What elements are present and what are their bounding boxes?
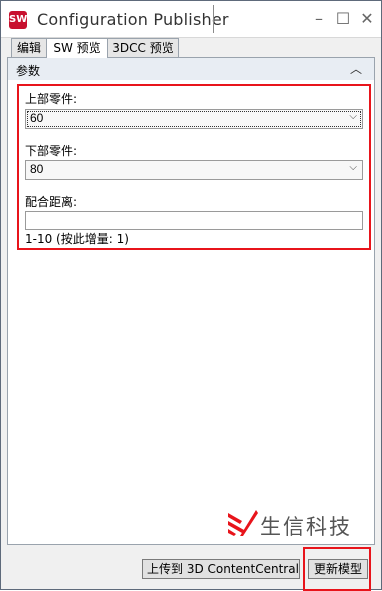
configuration-publisher-window: SW Configuration Publisher – ☐ ✕ 编辑 SW 预… — [0, 0, 382, 591]
upper-part-select[interactable]: 60 ⌵ — [25, 109, 363, 129]
tab-3dcc-preview[interactable]: 3DCC 预览 — [107, 38, 179, 57]
mate-distance-hint: 1-10 (按此增量: 1) — [25, 232, 129, 246]
upload-to-3dcc-button[interactable]: 上传到 3D ContentCentral — [142, 559, 300, 579]
close-icon[interactable]: ✕ — [357, 9, 377, 29]
lower-part-value: 80 — [30, 162, 44, 176]
update-model-button[interactable]: 更新模型 — [308, 559, 368, 579]
footer-bar: 上传到 3D ContentCentral 更新模型 — [1, 547, 381, 591]
chevron-down-icon: ⌵ — [349, 111, 357, 122]
tab-edit[interactable]: 编辑 — [11, 38, 47, 57]
solidworks-app-icon: SW — [9, 11, 27, 29]
upper-part-label: 上部零件: — [25, 92, 78, 106]
window-title: Configuration Publisher — [37, 10, 229, 29]
preview-panel: 参数 ︿ 上部零件: 60 ⌵ 下部零件: 80 ⌵ 配合距离: 1-10 (按… — [7, 57, 375, 545]
tab-sw-preview[interactable]: SW 预览 — [46, 38, 108, 58]
parameters-group-header[interactable]: 参数 ︿ — [8, 58, 374, 80]
company-watermark: 生信科技 — [226, 509, 350, 539]
chevron-down-icon: ⌵ — [349, 162, 357, 173]
company-logo-icon — [228, 510, 258, 536]
title-bar: SW Configuration Publisher – ☐ ✕ — [1, 1, 381, 38]
parameters-highlight-box: 上部零件: 60 ⌵ 下部零件: 80 ⌵ 配合距离: 1-10 (按此增量: … — [17, 84, 371, 250]
minimize-icon[interactable]: – — [309, 9, 329, 29]
mate-distance-label: 配合距离: — [25, 195, 78, 209]
chevron-up-icon[interactable]: ︿ — [350, 60, 362, 77]
maximize-icon[interactable]: ☐ — [333, 9, 353, 29]
parameters-group-title: 参数 — [16, 64, 41, 78]
lower-part-select[interactable]: 80 ⌵ — [25, 160, 363, 180]
lower-part-label: 下部零件: — [25, 144, 78, 158]
mate-distance-input[interactable] — [25, 211, 363, 230]
upper-part-value: 60 — [30, 111, 44, 125]
title-separator — [213, 5, 214, 33]
watermark-text: 生信科技 — [260, 515, 352, 539]
